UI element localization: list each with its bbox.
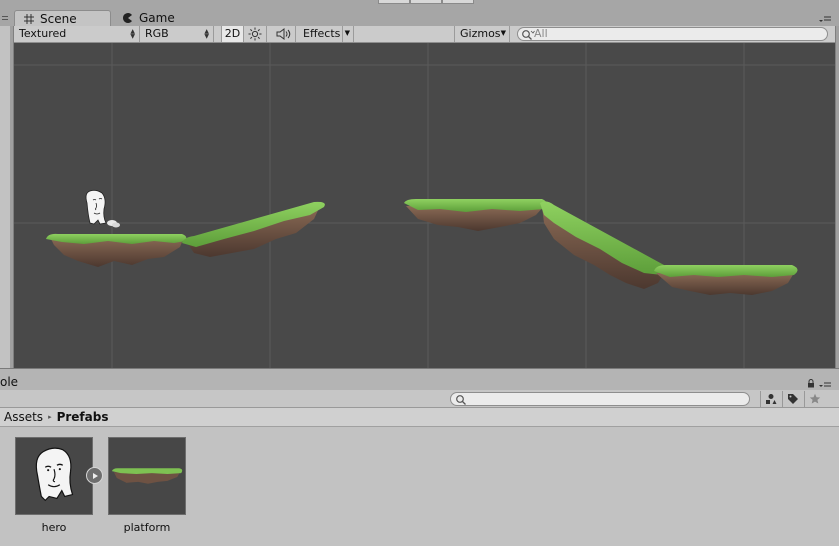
play-controls bbox=[378, 0, 474, 4]
draw-mode-label: Textured bbox=[19, 27, 67, 40]
breadcrumb-separator-icon: ▸ bbox=[48, 413, 52, 421]
dropdown-arrows-icon: ▲ ▼ bbox=[130, 28, 135, 40]
breadcrumb: Assets ▸ Prefabs bbox=[4, 410, 108, 424]
filter-by-label-button[interactable] bbox=[782, 391, 802, 407]
breadcrumb-root[interactable]: Assets bbox=[4, 410, 43, 424]
filter-by-type-button[interactable] bbox=[760, 391, 780, 407]
asset-name: platform bbox=[123, 521, 171, 534]
game-pacman-icon bbox=[123, 13, 132, 23]
step-button[interactable] bbox=[442, 0, 474, 4]
chevron-down-icon: ▼ bbox=[500, 29, 506, 37]
asset-name: hero bbox=[41, 521, 67, 534]
project-toolbar bbox=[0, 390, 839, 408]
render-mode-label: RGB bbox=[145, 27, 169, 40]
tab-game[interactable]: Game bbox=[114, 10, 194, 26]
lock-icon[interactable] bbox=[807, 379, 815, 388]
hero-sprite[interactable] bbox=[85, 189, 120, 228]
platform-sprite[interactable] bbox=[540, 201, 667, 289]
favorites-star-icon bbox=[809, 393, 820, 404]
right-frame bbox=[835, 26, 839, 368]
pause-button[interactable] bbox=[410, 0, 442, 4]
asset-item-platform[interactable]: platform bbox=[108, 437, 186, 534]
expand-prefab-button[interactable] bbox=[86, 467, 103, 484]
asset-item-hero[interactable]: hero bbox=[15, 437, 93, 534]
platform-sprite[interactable] bbox=[404, 199, 547, 231]
scene-viewport[interactable] bbox=[14, 43, 835, 368]
dropdown-arrows-icon: ▲ ▼ bbox=[204, 28, 209, 40]
effects-label: Effects bbox=[303, 27, 341, 40]
audio-speaker-icon bbox=[276, 28, 291, 40]
breadcrumb-bar: Assets ▸ Prefabs bbox=[0, 408, 839, 427]
favorites-button[interactable] bbox=[804, 391, 824, 407]
platform-thumbnail-icon bbox=[111, 468, 183, 484]
2d-mode-label: 2D bbox=[224, 27, 241, 40]
tab-scene[interactable]: Scene bbox=[14, 10, 111, 26]
tab-game-label: Game bbox=[139, 11, 175, 25]
left-gutter bbox=[0, 26, 10, 368]
draw-mode-dropdown[interactable]: Textured ▲ ▼ bbox=[14, 26, 140, 42]
tab-scene-label: Scene bbox=[40, 11, 77, 26]
console-tab-partial[interactable]: ole bbox=[0, 375, 18, 389]
expand-play-icon bbox=[92, 472, 98, 479]
audio-toggle[interactable] bbox=[272, 26, 296, 42]
scene-toolbar: Textured ▲ ▼ RGB ▲ ▼ 2D Effects ▼ Gizmos ▼ bbox=[14, 26, 835, 43]
left-panel-grip[interactable] bbox=[2, 14, 10, 24]
scene-grid-icon bbox=[24, 13, 34, 24]
platform-sprite[interactable] bbox=[182, 201, 325, 257]
filter-by-type-icon bbox=[765, 394, 776, 404]
scene-search-input[interactable]: All bbox=[517, 27, 828, 41]
effects-dropdown[interactable]: Effects ▼ bbox=[298, 26, 354, 42]
scene-canvas bbox=[14, 43, 835, 368]
2d-mode-toggle[interactable]: 2D bbox=[221, 26, 244, 42]
search-icon bbox=[522, 30, 535, 40]
chevron-down-icon: ▼ bbox=[344, 29, 350, 37]
project-search-input[interactable] bbox=[450, 392, 750, 406]
platform-sprite[interactable] bbox=[654, 265, 798, 295]
filter-by-label-icon bbox=[787, 394, 798, 404]
project-panel-header: ole bbox=[0, 368, 839, 390]
panel-menu-icon[interactable] bbox=[818, 381, 832, 389]
search-icon bbox=[456, 395, 466, 405]
scene-search-placeholder: All bbox=[534, 27, 548, 40]
asset-grid: hero platform bbox=[0, 427, 839, 546]
gizmos-label: Gizmos bbox=[460, 27, 501, 40]
render-mode-dropdown[interactable]: RGB ▲ ▼ bbox=[140, 26, 214, 42]
lighting-sun-icon bbox=[248, 27, 262, 41]
breadcrumb-current[interactable]: Prefabs bbox=[57, 410, 109, 424]
lighting-toggle[interactable] bbox=[245, 26, 267, 42]
scene-tab-strip: Scene Game bbox=[0, 0, 839, 26]
asset-thumbnail bbox=[108, 437, 186, 515]
hero-thumbnail-icon bbox=[35, 447, 74, 502]
asset-thumbnail bbox=[15, 437, 93, 515]
gizmos-dropdown[interactable]: Gizmos ▼ bbox=[454, 26, 510, 42]
panel-menu-icon[interactable] bbox=[818, 15, 832, 23]
play-button[interactable] bbox=[378, 0, 410, 4]
platform-sprite[interactable] bbox=[46, 233, 187, 267]
